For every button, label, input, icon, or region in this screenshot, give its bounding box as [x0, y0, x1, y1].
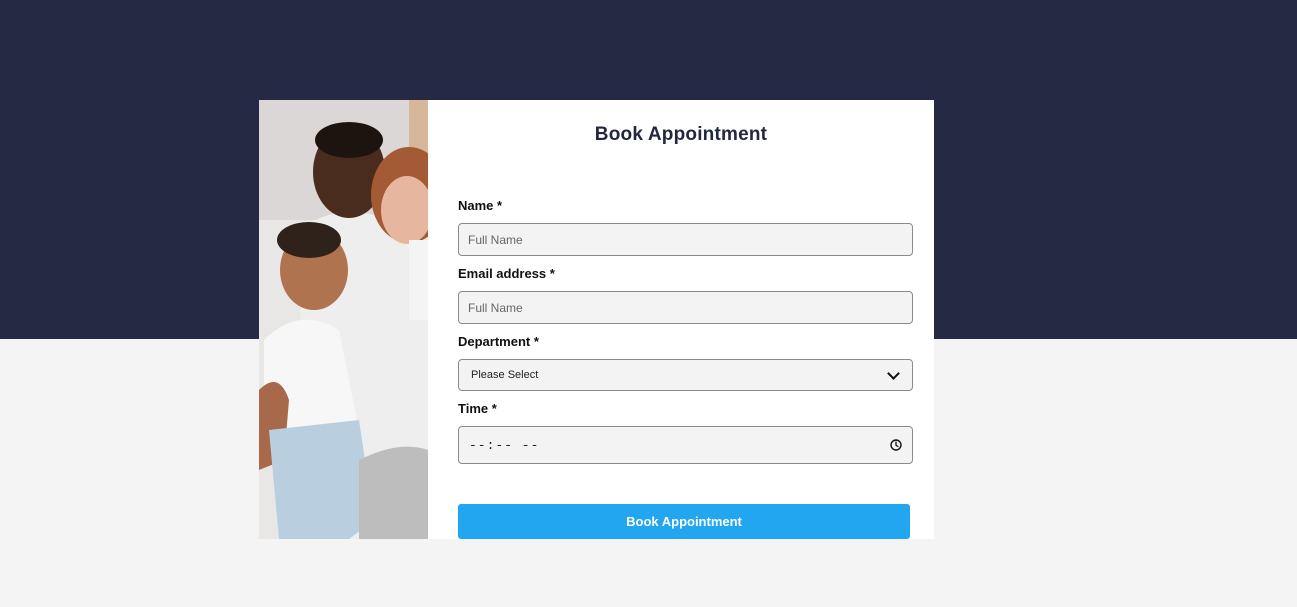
time-input[interactable]: --:-- --	[458, 426, 913, 464]
chevron-down-icon	[887, 366, 900, 380]
email-label: Email address *	[458, 266, 555, 281]
book-appointment-button[interactable]: Book Appointment	[458, 504, 910, 539]
department-select[interactable]: Please Select	[458, 359, 913, 391]
email-input[interactable]	[458, 291, 913, 324]
time-value: --:-- --	[469, 437, 540, 453]
clock-icon[interactable]	[890, 439, 902, 451]
name-label: Name *	[458, 198, 503, 213]
time-label: Time *	[458, 401, 497, 416]
appointment-form: Book Appointment Name * Email address * …	[428, 100, 934, 539]
department-selected-value: Please Select	[471, 369, 539, 381]
department-label: Department *	[458, 334, 539, 349]
appointment-card: Book Appointment Name * Email address * …	[259, 100, 934, 539]
name-input[interactable]	[458, 223, 913, 256]
form-title: Book Appointment	[594, 124, 768, 145]
family-photo	[259, 100, 428, 539]
